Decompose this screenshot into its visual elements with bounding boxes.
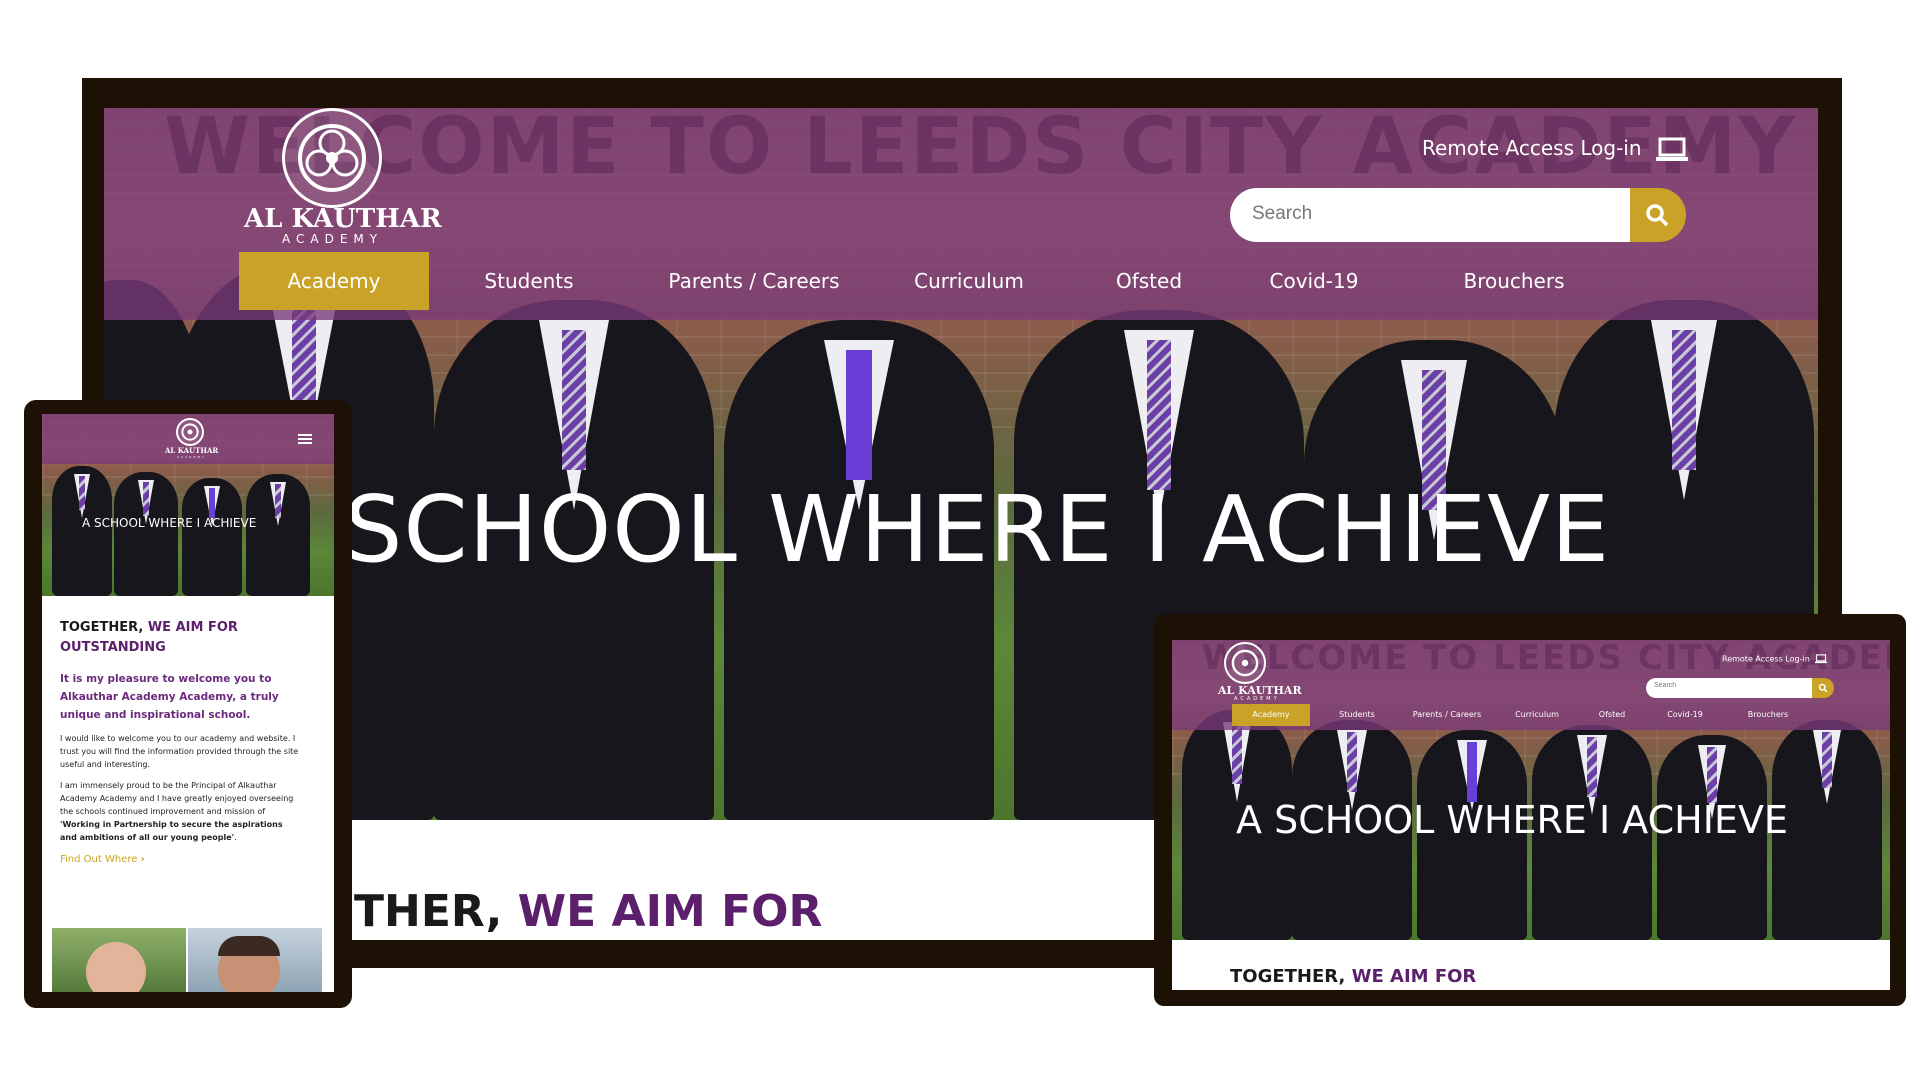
tablet-nav-students[interactable]: Students	[1322, 704, 1392, 726]
nav-curriculum[interactable]: Curriculum	[884, 252, 1054, 310]
tablet-search-icon	[1818, 683, 1828, 693]
tablet-welcome-heading: TOGETHER, WE AIM FOR	[1230, 966, 1477, 987]
search-button[interactable]	[1630, 188, 1686, 242]
chevron-right-icon: ›	[140, 854, 145, 865]
tablet-nav-parents-careers[interactable]: Parents / Careers	[1402, 704, 1492, 726]
remote-access-label: Remote Access Log-in	[1422, 136, 1642, 160]
phone-logo-name: AL KAUTHAR	[165, 446, 219, 455]
tablet-screen: WELCOME TO LEEDS CITY ACADEMY AL KAUTHAR…	[1172, 640, 1890, 990]
tablet-nav-brouchers[interactable]: Brouchers	[1728, 704, 1808, 726]
remote-access-link[interactable]: Remote Access Log-in	[1422, 136, 1688, 163]
tablet-nav-curriculum[interactable]: Curriculum	[1502, 704, 1572, 726]
staff-photo-2	[188, 928, 322, 992]
phone-hero-title: A SCHOOL WHERE I ACHIEVE	[82, 516, 257, 530]
search-icon	[1646, 204, 1669, 227]
nav-ofsted[interactable]: Ofsted	[1084, 252, 1214, 310]
tablet-laptop-icon	[1815, 654, 1828, 664]
hamburger-menu-icon[interactable]	[298, 434, 312, 444]
nav-covid-19[interactable]: Covid-19	[1244, 252, 1384, 310]
logo-name: AL KAUTHAR	[244, 204, 442, 234]
hero-title: SCHOOL WHERE I ACHIEVE	[344, 476, 1611, 583]
logo-subtitle: ACADEMY	[282, 232, 384, 246]
phone-header: AL KAUTHAR ACADEMY	[42, 414, 334, 464]
phone-intro-text: It is my pleasure to welcome you to Alka…	[60, 673, 279, 721]
nav-brouchers[interactable]: Brouchers	[1434, 252, 1594, 310]
site-header: WELCOME TO LEEDS CITY ACADEMY AL KAUTHAR…	[104, 108, 1818, 320]
phone-paragraph-2: I am immensely proud to be the Principal…	[60, 781, 294, 842]
tablet-nav-ofsted[interactable]: Ofsted	[1582, 704, 1642, 726]
heading-purple-part: WE AIM FOR	[517, 886, 823, 937]
nav-parents-careers[interactable]: Parents / Careers	[644, 252, 864, 310]
heading-dark-part: THER,	[354, 886, 503, 937]
tablet-search-input[interactable]: Search	[1646, 678, 1812, 698]
find-out-where-link[interactable]: Find Out Where ›	[60, 854, 300, 865]
academy-crest-icon	[282, 108, 382, 208]
tablet-nav-covid-19[interactable]: Covid-19	[1652, 704, 1718, 726]
tablet-logo-subtitle: ACADEMY	[1234, 696, 1280, 702]
tablet-nav-academy[interactable]: Academy	[1232, 704, 1310, 726]
tablet-search-button[interactable]	[1812, 678, 1834, 698]
phone-welcome-heading: TOGETHER, WE AIM FOR OUTSTANDING	[60, 620, 238, 655]
nav-academy[interactable]: Academy	[239, 252, 429, 310]
phone-staff-photos	[52, 928, 322, 992]
nav-students[interactable]: Students	[449, 252, 609, 310]
phone-logo-subtitle: ACADEMY	[177, 455, 206, 459]
search-input[interactable]: Search	[1230, 188, 1630, 242]
tablet-remote-access-link[interactable]: Remote Access Log-in	[1722, 654, 1828, 664]
tablet-hero-title: A SCHOOL WHERE I ACHIEVE	[1236, 798, 1788, 842]
tablet-academy-crest-icon[interactable]	[1224, 642, 1266, 684]
phone-screen: AL KAUTHAR ACADEMY A SCHOOL WHERE I ACHI…	[42, 414, 334, 992]
laptop-icon	[1655, 137, 1688, 161]
welcome-heading: THER, WE AIM FOR	[354, 886, 822, 937]
tablet-header: WELCOME TO LEEDS CITY ACADEMY AL KAUTHAR…	[1172, 640, 1890, 730]
phone-academy-crest-icon[interactable]	[176, 418, 204, 446]
site-logo[interactable]: AL KAUTHAR ACADEMY	[234, 108, 442, 248]
phone-content: TOGETHER, WE AIM FOR OUTSTANDING It is m…	[60, 618, 300, 865]
phone-paragraph-1: I would like to welcome you to our acade…	[60, 734, 299, 769]
staff-photo-1	[52, 928, 186, 992]
